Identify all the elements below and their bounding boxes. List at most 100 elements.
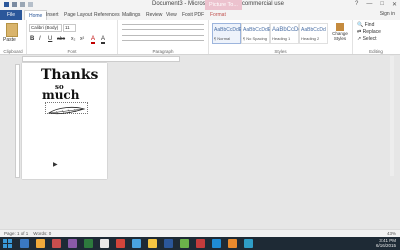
font-group-label: Font (67, 49, 77, 54)
save-icon[interactable] (12, 2, 17, 7)
find-icon: 🔍 (357, 22, 364, 28)
taskbar-app-icon[interactable] (116, 239, 125, 248)
style-no-spacing[interactable]: AaBbCcDdEe ¶ No Spacing (241, 23, 274, 44)
clock-date[interactable]: 6/16/2015 (376, 243, 396, 248)
taskbar-app-icon[interactable] (164, 239, 173, 248)
tab-format[interactable]: Format (210, 11, 226, 19)
underline-button[interactable]: U (48, 36, 52, 42)
select-label: Select (362, 36, 377, 42)
taskbar-app-icon[interactable] (20, 239, 29, 248)
select-button[interactable]: ↗ Select (357, 36, 377, 42)
taskbar-app-icon[interactable] (180, 239, 189, 248)
window-controls: ? — □ ✕ (355, 1, 397, 8)
close-button[interactable]: ✕ (392, 1, 397, 8)
system-tray: 3:41 PM 6/16/2015 (376, 238, 396, 248)
vertical-ruler[interactable] (15, 64, 20, 178)
taskbar-app-icon[interactable] (52, 239, 61, 248)
style-heading-2[interactable]: AaBbCcDd Heading 2 (299, 23, 328, 44)
replace-button[interactable]: ⇄ Replace (357, 29, 381, 35)
taskbar-app-icon[interactable] (148, 239, 157, 248)
paste-icon[interactable] (6, 23, 18, 37)
change-styles-icon (336, 23, 344, 31)
style-normal[interactable]: AaBbCcDdEe ¶ Normal (212, 23, 245, 44)
mouse-pointer-icon: ▶ (53, 162, 58, 168)
styles-group-label: Styles (274, 49, 287, 54)
taskbar: 3:41 PM 6/16/2015 (0, 237, 400, 250)
style-name: ¶ No Spacing (243, 36, 267, 41)
status-right: 43% (387, 231, 396, 236)
list-buttons-row[interactable] (122, 24, 204, 30)
status-bar: Page: 1 of 1 Words: 0 43% (0, 229, 400, 237)
taskbar-app-icon[interactable] (132, 239, 141, 248)
taskbar-app-icon[interactable] (196, 239, 205, 248)
picture-tools-context-tab[interactable]: Picture To... (205, 0, 242, 10)
redo-icon[interactable] (28, 2, 33, 7)
style-heading-1[interactable]: AaBbCcDd Heading 1 (270, 23, 302, 44)
vertical-scrollbar[interactable] (390, 56, 394, 176)
italic-button[interactable]: I (39, 36, 41, 42)
horizontal-ruler[interactable] (22, 56, 180, 62)
tab-view[interactable]: View (166, 11, 177, 19)
alignment-buttons-row[interactable] (122, 35, 204, 41)
tab-references[interactable]: References (94, 11, 120, 19)
find-button[interactable]: 🔍 Find (357, 22, 374, 28)
tab-insert[interactable]: Insert (46, 11, 59, 19)
maximize-button[interactable]: □ (380, 1, 384, 8)
ribbon: Paste Clipboard Calibri (Body) 11 B I U … (0, 20, 400, 55)
change-styles-label: Change Styles (332, 31, 348, 41)
taskbar-app-icon[interactable] (84, 239, 93, 248)
zoom-level[interactable]: 43% (387, 231, 396, 236)
clipboard-group: Paste Clipboard (0, 20, 27, 54)
tab-foxit-pdf[interactable]: Foxit PDF (182, 11, 204, 19)
ribbon-tab-bar: File Home Insert Page Layout References … (0, 10, 400, 21)
change-styles-button[interactable]: Change Styles (329, 23, 351, 45)
font-group: Calibri (Body) 11 B I U abc x₂ x² A A Fo… (27, 20, 118, 54)
select-icon: ↗ (357, 36, 362, 42)
find-label: Find (364, 22, 375, 28)
windows-start-icon[interactable] (3, 239, 12, 248)
font-color-button[interactable]: A (91, 36, 96, 44)
minimize-button[interactable]: — (366, 1, 372, 8)
status-left: Page: 1 of 1 Words: 0 (4, 231, 51, 236)
replace-icon: ⇄ (357, 29, 362, 35)
styles-group: AaBbCcDdEe ¶ Normal AaBbCcDdEe ¶ No Spac… (209, 20, 353, 54)
style-name: Heading 2 (301, 36, 320, 41)
editing-group-label: Editing (369, 49, 383, 54)
font-size-box[interactable]: 11 (63, 24, 76, 32)
tab-review[interactable]: Review (146, 11, 162, 19)
taskbar-app-icon[interactable] (68, 239, 77, 248)
bold-button[interactable]: B (30, 36, 34, 42)
tab-page-layout[interactable]: Page Layout (64, 11, 92, 19)
thanks-word[interactable]: Thanks (41, 67, 98, 83)
feather-picture[interactable] (45, 102, 88, 115)
taskbar-app-icon[interactable] (228, 239, 237, 248)
taskbar-app-icon[interactable] (100, 239, 109, 248)
text-effects-button[interactable]: A (101, 36, 106, 44)
word-logo-icon (4, 2, 9, 7)
superscript-button[interactable]: x² (80, 36, 84, 42)
paragraph-group: Paragraph (118, 20, 209, 54)
tab-mailings[interactable]: Mailings (122, 11, 140, 19)
help-button[interactable]: ? (355, 1, 358, 8)
feather-icon (47, 106, 86, 115)
style-preview: AaBbCcDd (301, 27, 326, 33)
taskbar-app-icon[interactable] (212, 239, 221, 248)
document-page[interactable]: Thanks so much ▶ (22, 63, 107, 179)
sign-in-link[interactable]: Sign in (380, 11, 395, 17)
taskbar-app-icon[interactable] (36, 239, 45, 248)
style-name: Heading 1 (272, 36, 291, 41)
strikethrough-button[interactable]: abc (57, 36, 65, 42)
much-word[interactable]: much (42, 88, 79, 102)
style-name: ¶ Normal (214, 36, 231, 41)
undo-icon[interactable] (20, 2, 25, 7)
page-count[interactable]: Page: 1 of 1 (4, 231, 28, 236)
font-name-box[interactable]: Calibri (Body) (29, 24, 62, 32)
tab-file[interactable]: File (0, 10, 22, 20)
paste-button[interactable]: Paste (3, 37, 16, 43)
editing-group: 🔍 Find ⇄ Replace ↗ Select Editing (353, 20, 399, 54)
subscript-button[interactable]: x₂ (71, 36, 75, 42)
word-count[interactable]: Words: 0 (33, 231, 51, 236)
clipboard-group-label: Clipboard (3, 49, 23, 54)
taskbar-app-icon[interactable] (244, 239, 253, 248)
paragraph-group-label: Paragraph (152, 49, 174, 54)
